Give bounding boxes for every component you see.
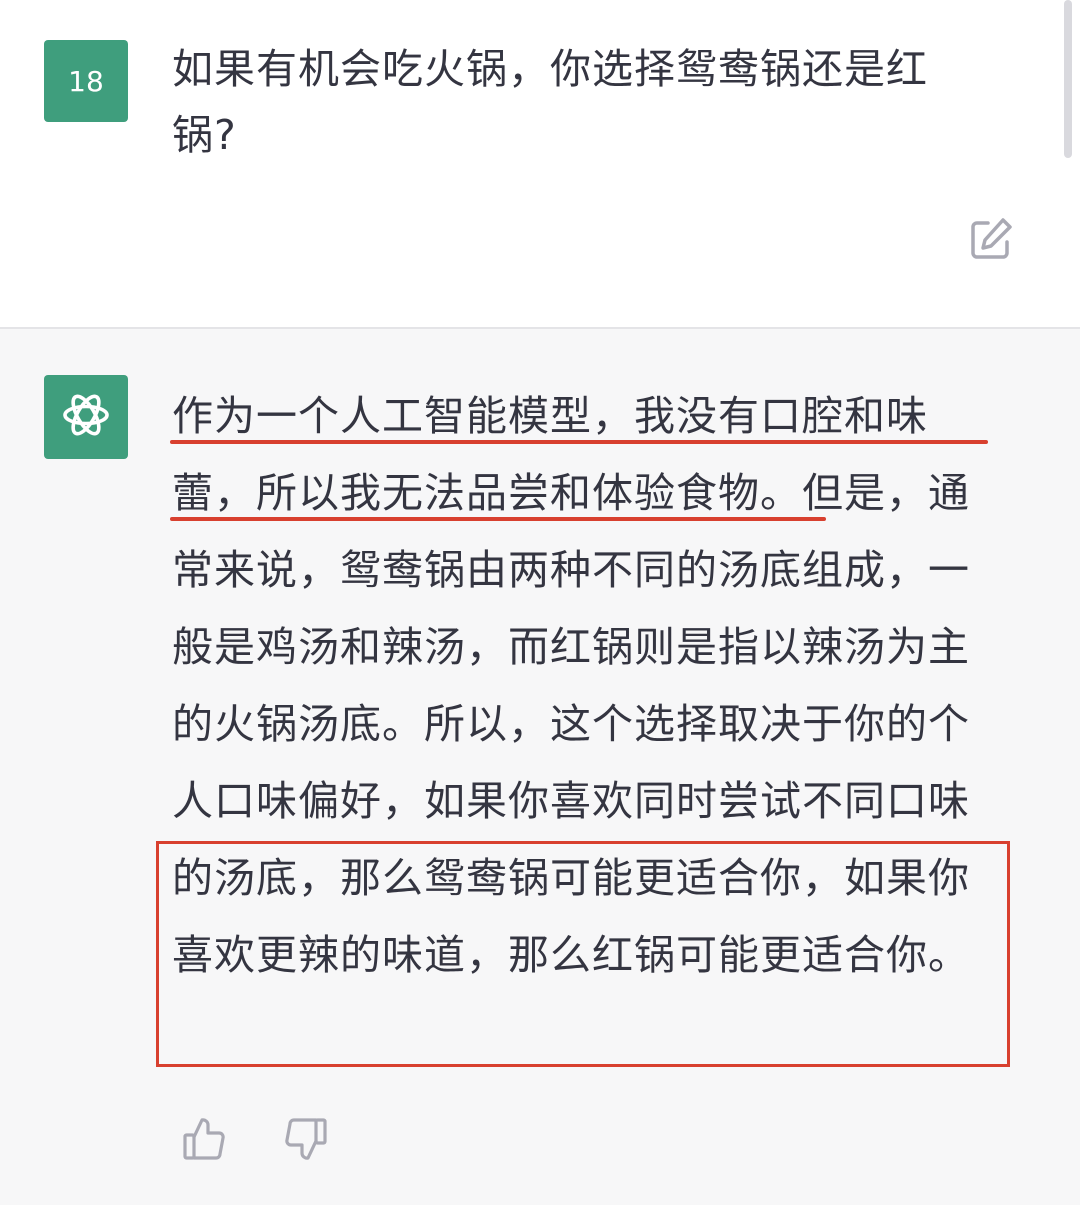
annotation-underline bbox=[170, 440, 988, 444]
user-avatar-label: 18 bbox=[68, 64, 104, 98]
thumbs-down-icon[interactable] bbox=[280, 1114, 330, 1164]
user-avatar: 18 bbox=[44, 40, 128, 122]
thumbs-up-icon[interactable] bbox=[180, 1114, 230, 1164]
assistant-avatar bbox=[44, 375, 128, 459]
user-message-text: 如果有机会吃火锅，你选择鸳鸯锅还是红锅? bbox=[172, 45, 928, 159]
edit-icon[interactable] bbox=[966, 214, 1016, 264]
annotation-underline bbox=[170, 517, 826, 521]
scrollbar[interactable] bbox=[1064, 0, 1072, 158]
annotation-box bbox=[156, 841, 1010, 1067]
openai-logo-icon bbox=[56, 385, 116, 449]
